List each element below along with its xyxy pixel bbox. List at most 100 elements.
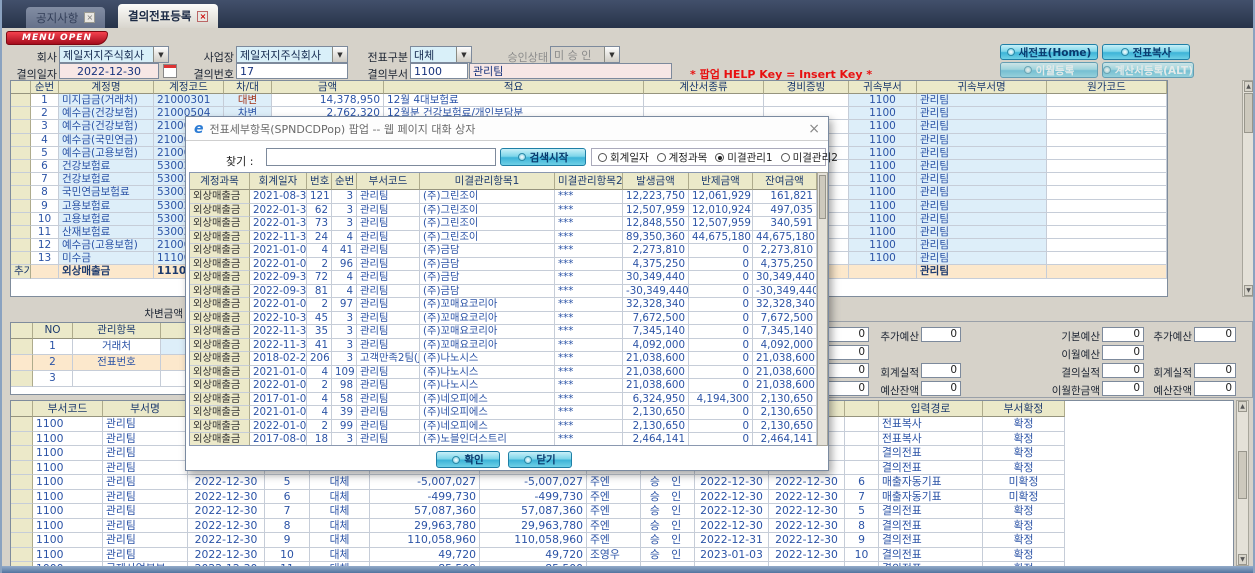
new-slip-button[interactable]: 새전표(Home) <box>1000 44 1098 60</box>
table-row[interactable]: 외상매출금 2022-01-00 2 97 관리팀 (주)꼬매요코리아 *** 32,328,… <box>190 298 817 312</box>
chevron-down-icon[interactable]: ▼ <box>332 47 347 62</box>
slip-type-select[interactable]: 대체 ▼ <box>410 46 472 63</box>
copy-slip-button[interactable]: 전표복사 <box>1102 44 1190 60</box>
column-header[interactable]: 금액 <box>272 81 384 94</box>
tab-close-icon[interactable]: × <box>84 12 96 23</box>
column-header[interactable]: 미결관리항목2 <box>555 173 623 190</box>
budget-value-input[interactable]: 0 <box>921 327 961 342</box>
table-row[interactable]: 외상매출금 2022-01-00 2 99 관리팀 (주)네오피에스 *** 2,130,65… <box>190 419 817 433</box>
column-header[interactable]: 부서명 <box>103 401 188 417</box>
menu-open-ribbon[interactable]: MENU OPEN <box>6 31 108 45</box>
table-row[interactable]: 1 미지급금(거래처) 21000301 대변 14,378,950 12월 4대보험료 1… <box>11 94 1167 108</box>
column-header[interactable]: 계산서종류 <box>644 81 764 94</box>
invoice-reg-button[interactable]: 계산서등록(ALT) <box>1102 62 1194 78</box>
chevron-down-icon[interactable]: ▼ <box>153 47 168 62</box>
chevron-down-icon[interactable]: ▼ <box>456 47 471 62</box>
table-row[interactable]: 외상매출금 2017-08-01 18 3 관리팀 (주)노블인더스트리 *** 2,464,… <box>190 433 817 445</box>
radio-icon[interactable] <box>656 152 666 162</box>
scrollbar[interactable]: ▲ ▼ <box>1236 400 1249 566</box>
radio-icon[interactable] <box>598 152 607 162</box>
table-row[interactable]: 외상매출금 2021-08-31 121 3 관리팀 (주)그린조이 *** 12,223,7… <box>190 190 817 204</box>
site-select[interactable]: 제일저지주식회사 ▼ <box>236 46 348 63</box>
radio-option[interactable]: 회계일자 <box>598 150 649 165</box>
dialog-titlebar[interactable]: e 전표세부항목(SPNDCDPop) 팝업 -- 웹 페이지 대화 상자 × <box>186 117 828 141</box>
column-header[interactable] <box>11 81 31 94</box>
column-header[interactable]: 회계일자 <box>250 173 307 190</box>
budget-value-input[interactable]: 0 <box>921 363 961 378</box>
column-header[interactable]: 경비증빙 <box>764 81 849 94</box>
table-row[interactable]: 외상매출금 2022-01-00 2 98 관리팀 (주)나노시스 *** 21,038,60… <box>190 379 817 393</box>
column-header[interactable]: 계정명 <box>59 81 154 94</box>
radio-icon[interactable] <box>780 152 790 162</box>
column-header[interactable]: NO <box>33 323 73 339</box>
scroll-down-icon[interactable]: ▼ <box>1238 554 1247 565</box>
dialog-close-button[interactable]: 닫기 <box>508 451 572 468</box>
radio-option[interactable]: 미결관리2 <box>780 150 838 165</box>
scrollbar-thumb[interactable] <box>1244 93 1253 133</box>
scroll-up-icon[interactable]: ▲ <box>1238 401 1247 412</box>
budget-value-input[interactable]: 0 <box>1102 363 1144 378</box>
tab-notice[interactable]: 공지사항 × <box>26 7 106 28</box>
table-row[interactable]: 외상매출금 2022-01-31 73 3 관리팀 (주)그린조이 *** 12,848,55… <box>190 217 817 231</box>
close-icon[interactable]: × <box>808 121 820 137</box>
column-header[interactable]: 번호 <box>307 173 332 190</box>
column-header[interactable]: 순번 <box>31 81 59 94</box>
column-header[interactable]: 관리항목 <box>73 323 161 339</box>
table-row[interactable]: 외상매출금 2021-01-00 4 39 관리팀 (주)네오피에스 *** 2,130,65… <box>190 406 817 420</box>
table-row[interactable]: 외상매출금 2022-09-30 81 4 관리팀 (주)금담 *** -30,349,440… <box>190 284 817 298</box>
column-header[interactable]: 순번 <box>332 173 357 190</box>
tab-close-icon[interactable]: × <box>197 10 209 22</box>
column-header[interactable]: 반제금액 <box>689 173 753 190</box>
calendar-icon[interactable] <box>163 64 177 78</box>
table-row[interactable]: 1100 관리팀 2022-12-30 6 대체 -499,730 -499,730 주엔 승 … <box>11 489 1233 504</box>
carryover-button[interactable]: 이월등록 <box>1000 62 1098 78</box>
column-header[interactable]: 귀속부서명 <box>917 81 1047 94</box>
budget-value-input[interactable]: 0 <box>1102 381 1144 396</box>
scrollbar[interactable]: ▲ ▼ <box>1242 80 1253 297</box>
search-input[interactable] <box>266 148 496 166</box>
budget-value-input[interactable]: 0 <box>1102 345 1144 360</box>
scrollbar[interactable] <box>817 172 828 446</box>
search-start-button[interactable]: 검색시작 <box>500 148 586 166</box>
scroll-up-icon[interactable]: ▲ <box>1244 81 1253 92</box>
table-row[interactable]: 외상매출금 2022-10-31 45 3 관리팀 (주)꼬매요코리아 *** 7,672,5… <box>190 311 817 325</box>
table-row[interactable]: 외상매출금 2022-09-30 72 4 관리팀 (주)금담 *** 30,349,440 0… <box>190 271 817 285</box>
budget-value-input[interactable]: 0 <box>1194 327 1236 342</box>
column-header[interactable]: 입력경로 <box>879 401 983 417</box>
column-header[interactable]: 발생금액 <box>623 173 689 190</box>
column-header[interactable]: 적요 <box>384 81 644 94</box>
column-header[interactable]: 귀속부서 <box>849 81 917 94</box>
scrollbar-thumb[interactable] <box>1238 451 1247 499</box>
column-header[interactable]: 계정코드 <box>154 81 224 94</box>
table-row[interactable]: 외상매출금 2021-01-00 4 109 관리팀 (주)나노시스 *** 21,038,6… <box>190 365 817 379</box>
table-row[interactable]: 외상매출금 2022-01-00 2 96 관리팀 (주)금담 *** 4,375,250 0 4… <box>190 257 817 271</box>
scroll-down-icon[interactable]: ▼ <box>1244 285 1253 296</box>
table-row[interactable]: 1100 관리팀 2022-12-30 5 대체 -5,007,027 -5,007,027… <box>11 475 1233 490</box>
table-row[interactable]: 외상매출금 2022-11-30 41 3 관리팀 (주)꼬매요코리아 *** 4,092,0… <box>190 338 817 352</box>
company-select[interactable]: 제일저지주식회사 ▼ <box>59 46 169 63</box>
table-row[interactable]: 외상매출금 2021-01-00 4 41 관리팀 (주)금담 *** 2,273,810 0 2… <box>190 244 817 258</box>
column-header[interactable]: 원가코드 <box>1047 81 1167 94</box>
tab-slip-entry[interactable]: 결의전표등록 × <box>118 4 219 28</box>
budget-value-input[interactable]: 0 <box>1194 363 1236 378</box>
scrollbar-thumb[interactable] <box>819 175 826 219</box>
column-header[interactable] <box>845 401 879 417</box>
slip-no-input[interactable]: 17 <box>236 63 348 79</box>
table-row[interactable]: 1100 관리팀 2022-12-30 10 대체 49,720 49,720 조영우 승 인2… <box>11 547 1233 562</box>
budget-value-input[interactable]: 0 <box>1102 327 1144 342</box>
table-row[interactable]: 1100 관리팀 2022-12-30 7 대체 57,087,360 57,087,360… <box>11 504 1233 519</box>
radio-option[interactable]: 계정과목 <box>656 150 707 165</box>
table-row[interactable]: 외상매출금2018-02-282063고객만족2팀(J2(주)나노시스***21… <box>190 352 817 366</box>
table-row[interactable]: 외상매출금 2022-11-30 24 4 관리팀 (주)그린조이 *** 89,350,36… <box>190 230 817 244</box>
column-header[interactable]: 부서코드 <box>357 173 420 190</box>
column-header[interactable]: 잔여금액 <box>753 173 817 190</box>
column-header[interactable] <box>11 323 33 339</box>
dept-code-input[interactable]: 1100 <box>410 63 468 79</box>
column-header[interactable]: 부서코드 <box>33 401 103 417</box>
radio-option[interactable]: 미결관리1 <box>715 150 773 165</box>
column-header[interactable]: 차/대 <box>224 81 272 94</box>
table-row[interactable]: 1100 관리팀 2022-12-30 8 대체 29,963,780 29,963,780… <box>11 518 1233 533</box>
column-header[interactable]: 계정과목 <box>190 173 250 190</box>
radio-icon[interactable] <box>715 152 725 162</box>
budget-value-input[interactable]: 0 <box>921 381 961 396</box>
